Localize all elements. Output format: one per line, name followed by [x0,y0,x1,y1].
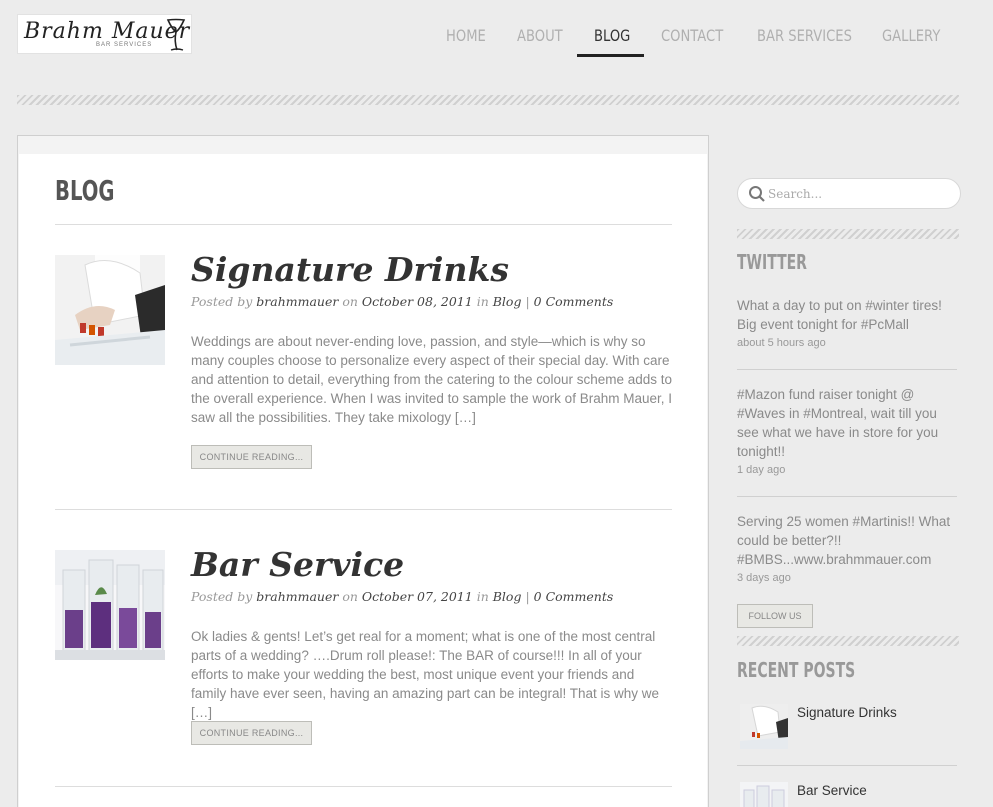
recent-post-link[interactable]: Bar Service [797,783,867,798]
nav-item-home[interactable]: Home [446,22,486,58]
meta-date: October 07, 2011 [361,589,473,604]
continue-reading-button[interactable]: Continue Reading... [191,721,312,745]
bartender-thumb-icon [740,704,788,749]
recent-posts-heading: Recent Posts [737,658,856,682]
meta-posted-by: Posted by [191,294,253,309]
recent-post-thumbnail[interactable] [740,782,788,807]
nav-item-gallery[interactable]: Gallery [882,22,940,58]
nav-item-bar-services[interactable]: Bar Services [757,22,852,58]
post-meta: Posted by brahmmauer on October 08, 2011… [191,294,613,309]
logo-subtitle: BAR SERVICES [96,42,153,48]
blog-panel: BLOG Signature Drinks Posted by brahmmau… [17,135,709,807]
nav-item-contact[interactable]: Contact [661,22,723,58]
page-title: BLOG [55,174,115,207]
post-divider [55,786,672,787]
blog-content: BLOG Signature Drinks Posted by brahmmau… [19,154,707,807]
meta-author-link[interactable]: brahmmauer [256,294,338,309]
meta-date: October 08, 2011 [361,294,473,309]
meta-on: on [342,294,358,309]
tweet-time[interactable]: about 5 hours ago [737,337,826,349]
nav-item-blog[interactable]: Blog [594,22,630,58]
tweet-text: Serving 25 women #Martinis!! What could … [737,514,951,567]
tweet-text: What a day to put on #winter tires! Big … [737,298,942,332]
meta-category-link[interactable]: Blog [493,589,522,604]
meta-in: in [476,589,489,604]
header-divider [17,95,959,105]
meta-posted-by: Posted by [191,589,253,604]
martini-glass-icon [166,18,186,51]
active-nav-indicator [577,54,644,57]
post-title[interactable]: Signature Drinks [191,250,509,289]
glasses-thumb-icon [740,782,788,807]
post-excerpt: Ok ladies & gents! Let’s get real for a … [191,629,660,720]
recent-post-thumbnail[interactable] [740,704,788,749]
search-box [737,178,961,209]
post-thumbnail-signature-drinks[interactable] [55,255,165,365]
search-input[interactable] [768,184,953,204]
tweet-time[interactable]: 1 day ago [737,464,785,476]
sidebar-divider [737,636,959,646]
post-title[interactable]: Bar Service [191,545,404,584]
nav-item-about[interactable]: About [517,22,563,58]
post-divider [55,509,672,510]
search-icon[interactable] [748,185,766,203]
meta-on: on [342,589,358,604]
meta-in: in [476,294,489,309]
meta-category-link[interactable]: Blog [493,294,522,309]
follow-us-button[interactable]: Follow Us [737,604,813,628]
title-divider [55,224,672,225]
recent-divider [737,765,957,766]
glasses-photo-icon [55,550,165,660]
tweet-time[interactable]: 3 days ago [737,572,791,584]
tweet-text: #Mazon fund raiser tonight @ #Waves in #… [737,387,939,459]
meta-comments-link[interactable]: 0 Comments [534,294,614,309]
recent-post-link[interactable]: Signature Drinks [797,705,897,720]
bartender-photo-icon [55,255,165,365]
site-logo[interactable]: Brahm Mauer BAR SERVICES [17,14,192,54]
meta-author-link[interactable]: brahmmauer [256,589,338,604]
post-meta: Posted by brahmmauer on October 07, 2011… [191,589,613,604]
meta-separator: | [525,294,530,309]
tweet-divider [737,369,957,370]
meta-separator: | [525,589,530,604]
post-excerpt: Weddings are about never-ending love, pa… [191,334,673,425]
twitter-heading: Twitter [737,250,807,274]
meta-comments-link[interactable]: 0 Comments [534,589,614,604]
sidebar-divider [737,229,959,239]
tweet-divider [737,496,957,497]
continue-reading-button[interactable]: Continue Reading... [191,445,312,469]
post-thumbnail-bar-service[interactable] [55,550,165,660]
